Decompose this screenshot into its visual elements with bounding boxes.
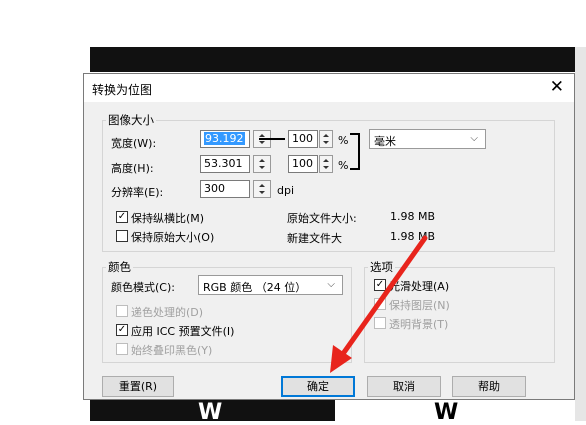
annotation-arrow-shaft [337,235,428,361]
annotation-arrow [330,235,428,373]
